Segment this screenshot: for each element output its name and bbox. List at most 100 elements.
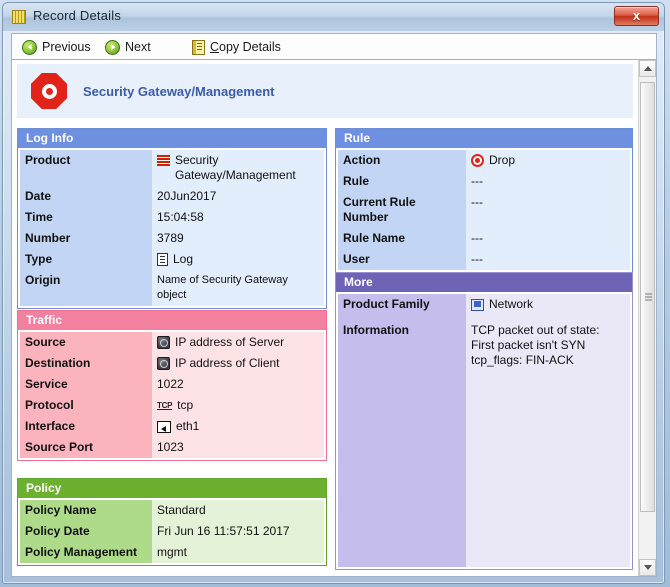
row-value-text: IP address of Server [175,335,285,349]
card-more-body: Product Family Network Information TCP p… [336,292,632,569]
row-key: Rule Name [338,228,466,249]
grid-icon [12,10,26,24]
red-octagon-icon [31,73,67,109]
table-row: Information TCP packet out of state: Fir… [338,320,630,567]
row-value-text: tcp [177,398,194,412]
row-key: Source Port [20,437,152,458]
card-more: More Product Family Network Information … [335,272,633,570]
row-value: --- [466,228,630,249]
row-key: Service [20,374,152,395]
row-value: TCP packet out of state: First packet is… [466,320,630,567]
previous-button[interactable]: Previous [22,37,91,57]
card-log-info: Log Info Product Security Gateway/Manage… [17,128,327,309]
row-value: IP address of Server [152,332,324,353]
card-traffic-body: Source IP address of Server Destination … [18,330,326,460]
row-value: 1022 [152,374,324,395]
row-key: Current Rule Number [338,192,466,228]
table-row: Date 20Jun2017 [20,186,324,207]
row-key: Information [338,320,466,567]
row-value: 3789 [152,228,324,249]
row-value: --- [466,192,630,228]
policy-table: Policy Name Standard Policy Date Fri Jun… [20,500,324,563]
table-row: Current Rule Number --- [338,192,630,228]
more-table: Product Family Network Information TCP p… [338,294,630,567]
row-value: IP address of Client [152,353,324,374]
row-key: Origin [20,270,152,306]
table-row: Service 1022 [20,374,324,395]
row-value-text: Log [173,252,194,266]
arrow-right-icon [105,39,120,55]
row-key: Policy Name [20,500,152,521]
card-policy: Policy Policy Name Standard Policy Date [17,478,327,566]
banner-title: Security Gateway/Management [83,83,275,99]
card-policy-body: Policy Name Standard Policy Date Fri Jun… [18,498,326,565]
row-value: 15:04:58 [152,207,324,228]
row-key: Protocol [20,395,152,416]
table-row: User --- [338,249,630,270]
row-key: Number [20,228,152,249]
card-log-info-header: Log Info [18,129,326,148]
traffic-table: Source IP address of Server Destination … [20,332,324,458]
row-key: Policy Date [20,521,152,542]
card-more-header: More [336,273,632,292]
next-button-label: Next [125,40,151,54]
row-key: Interface [20,416,152,437]
tcp-icon: TCP [157,401,173,410]
window-frame: Record Details x Previous Next Copy Deta… [2,2,665,584]
row-key: Product [20,150,152,186]
row-value: Drop [466,150,630,171]
log-document-icon [157,253,168,266]
toolbar: Previous Next Copy Details [11,33,657,59]
row-key: Policy Management [20,542,152,563]
record-details-window: Record Details x Previous Next Copy Deta… [0,0,670,587]
card-log-info-body: Product Security Gateway/Management Date… [18,148,326,308]
row-key: Time [20,207,152,228]
network-computer-icon [471,299,484,311]
row-value: --- [466,249,630,270]
brick-firewall-icon [157,155,170,166]
table-row: Product Family Network [338,294,630,320]
row-value: eth1 [152,416,324,437]
row-value: Network [466,294,630,320]
copy-details-rest: opy Details [219,40,281,54]
table-row: Policy Name Standard [20,500,324,521]
card-rule-body: Action Drop Rule --- Current Rule Number… [336,148,632,272]
row-key: Destination [20,353,152,374]
row-key: Type [20,249,152,270]
row-value-text: Network [489,297,534,311]
log-info-table: Product Security Gateway/Management Date… [20,150,324,306]
drop-action-icon [471,154,484,167]
globe-host-icon [157,336,170,349]
row-value: Log [152,249,324,270]
row-value: Standard [152,500,324,521]
arrow-left-icon [22,39,37,55]
row-value: --- [466,171,630,192]
vertical-scrollbar[interactable] [638,60,656,576]
title-bar: Record Details x [3,3,664,31]
table-row: Policy Management mgmt [20,542,324,563]
scrollbar-thumb[interactable] [640,82,655,512]
row-value: Security Gateway/Management [152,150,324,186]
previous-button-label: Previous [42,40,91,54]
row-key: Product Family [338,294,466,320]
row-value-text: Security Gateway/Management [175,153,296,182]
table-row: Rule Name --- [338,228,630,249]
close-icon: x [632,8,641,23]
row-key: Date [20,186,152,207]
table-row: Origin Name of Security Gateway object [20,270,324,306]
card-traffic: Traffic Source IP address of Server Dest… [17,310,327,461]
close-button[interactable]: x [614,6,659,26]
content-pane: Security Gateway/Management Log Info Pro… [11,59,657,577]
scroll-up-button[interactable] [639,60,656,77]
card-traffic-header: Traffic [18,311,326,330]
row-value-text: Drop [489,153,516,167]
interface-inbound-icon [157,421,171,433]
row-value: Name of Security Gateway object [152,270,324,306]
row-key: User [338,249,466,270]
triangle-down-icon [643,565,652,570]
row-value: 1023 [152,437,324,458]
row-value: 20Jun2017 [152,186,324,207]
next-button[interactable]: Next [105,37,151,57]
scroll-down-button[interactable] [639,559,656,576]
copy-details-button[interactable]: Copy Details [192,37,281,57]
